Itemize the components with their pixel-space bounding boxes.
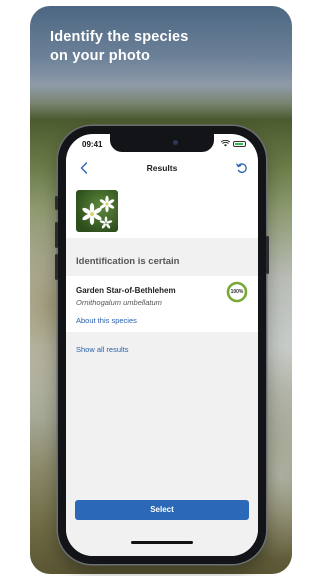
notch: [110, 134, 214, 152]
power-button: [266, 236, 269, 274]
promo-headline: Identify the species on your photo: [50, 28, 250, 66]
home-indicator: [131, 541, 193, 544]
status-icons: [221, 140, 246, 147]
headline-line-1: Identify the species: [50, 29, 189, 45]
volume-down-button: [55, 254, 58, 280]
photo-thumbnail[interactable]: [76, 190, 118, 232]
refresh-icon: [236, 163, 247, 173]
flower-photo-icon: [82, 195, 115, 229]
refresh-button[interactable]: [234, 159, 250, 177]
page-title: Results: [146, 163, 178, 173]
about-species-link[interactable]: About this species: [76, 316, 137, 325]
volume-up-button: [55, 222, 58, 248]
navbar: Results: [66, 156, 258, 182]
species-common-name: Garden Star-of-Bethlehem: [76, 286, 176, 295]
wifi-icon: [221, 140, 230, 147]
status-time: 09:41: [82, 140, 103, 149]
phone-frame: 09:41 Results Identification is certain …: [55, 126, 269, 564]
results-footer-area: [66, 332, 258, 556]
headline-line-2: on your photo: [50, 48, 151, 64]
phone-screen: 09:41 Results Identification is certain …: [66, 134, 258, 556]
select-button[interactable]: Select: [75, 500, 249, 520]
species-latin-name: Ornithogalum umbellatum: [76, 298, 162, 307]
mute-switch: [55, 196, 58, 210]
show-all-results-link[interactable]: Show all results: [76, 345, 129, 354]
score-label: 100%: [230, 289, 244, 295]
camera-icon: [173, 140, 178, 145]
battery-icon: [233, 140, 246, 147]
certainty-label: Identification is certain: [76, 256, 180, 267]
